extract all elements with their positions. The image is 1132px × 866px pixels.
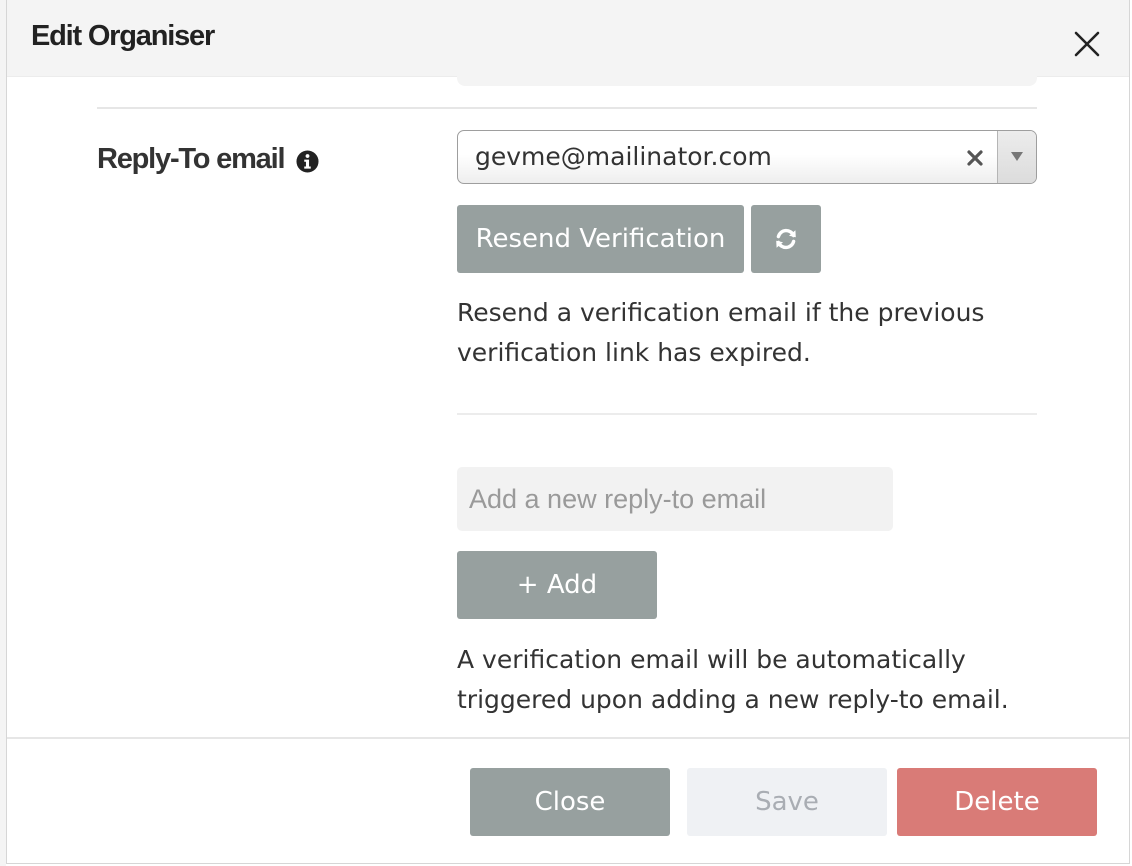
resend-verification-button[interactable]: Resend Verification <box>457 205 744 273</box>
refresh-button[interactable] <box>751 205 821 273</box>
close-icon[interactable] <box>1071 28 1103 60</box>
row-divider <box>97 107 1037 109</box>
reply-to-email-label-text: Reply-To email <box>97 143 286 175</box>
modal-header: Edit Organiser <box>7 0 1129 77</box>
delete-button[interactable]: Delete <box>897 768 1097 836</box>
add-help-text: A verification email will be automatical… <box>457 645 1009 714</box>
refresh-icon <box>776 228 796 250</box>
dropdown-toggle[interactable] <box>997 131 1036 183</box>
reply-to-email-label: Reply-To email <box>97 143 319 176</box>
reply-to-email-select[interactable]: gevme@mailinator.com <box>457 130 1037 184</box>
edit-organiser-modal: Edit Organiser Reply-To email gevme@mail… <box>6 0 1130 864</box>
close-button[interactable]: Close <box>470 768 670 836</box>
previous-field-input[interactable] <box>457 76 1037 86</box>
chevron-down-icon <box>1011 152 1023 161</box>
modal-title: Edit Organiser <box>31 20 215 52</box>
selected-email: gevme@mailinator.com <box>475 142 772 171</box>
modal-footer: Close Save Delete <box>7 737 1129 866</box>
resend-help-text: Resend a verification email if the previ… <box>457 298 985 367</box>
info-icon[interactable] <box>296 148 319 173</box>
save-button[interactable]: Save <box>687 768 887 836</box>
add-email-button[interactable]: + Add <box>457 551 657 619</box>
page: Edit Organiser Reply-To email gevme@mail… <box>0 0 1132 866</box>
section-divider <box>457 413 1037 415</box>
clear-icon[interactable] <box>963 146 987 170</box>
new-reply-to-email-input[interactable] <box>457 467 893 531</box>
